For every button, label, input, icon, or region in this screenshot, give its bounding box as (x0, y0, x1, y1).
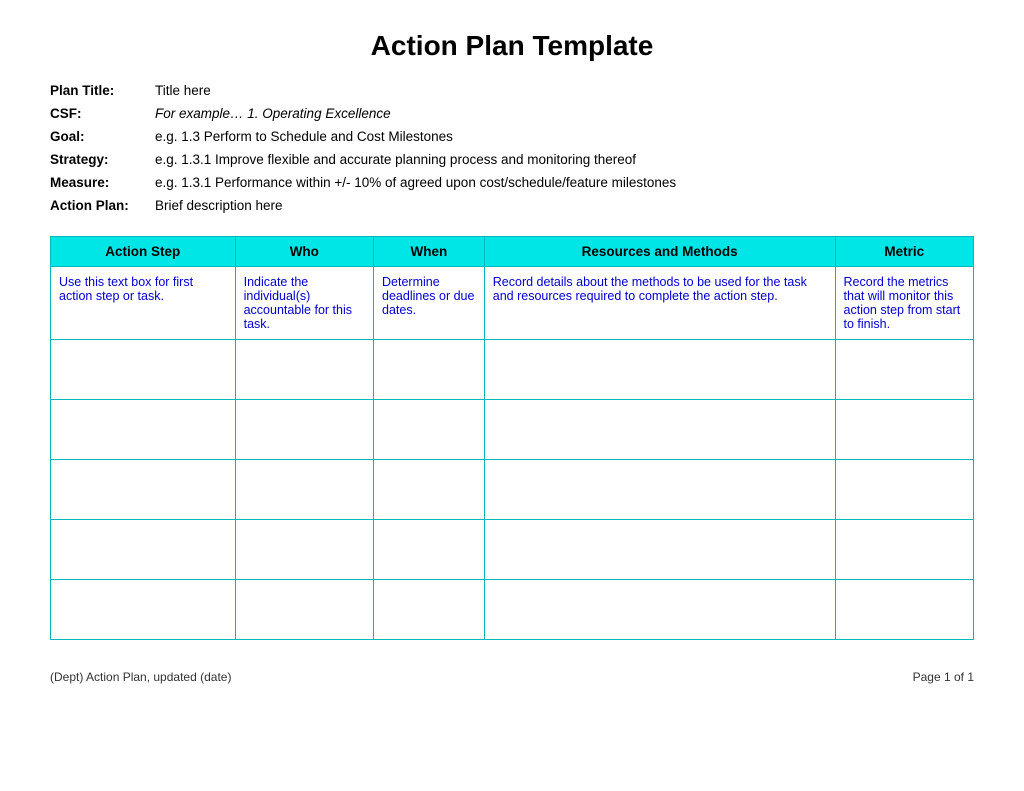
strategy-label: Strategy: (50, 149, 155, 172)
empty-row-2-metric (835, 339, 973, 399)
first-row-who: Indicate the individual(s) accountable f… (235, 266, 373, 339)
action-plan-table: Action Step Who When Resources and Metho… (50, 236, 974, 640)
goal-label: Goal: (50, 126, 155, 149)
empty-row-3-resources (484, 399, 835, 459)
action-plan-value: Brief description here (155, 195, 283, 218)
plan-title-label: Plan Title: (50, 80, 155, 103)
empty-row-6-who (235, 579, 373, 639)
meta-row-action-plan: Action Plan: Brief description here (50, 195, 974, 218)
empty-row-5-who (235, 519, 373, 579)
table-row (51, 519, 974, 579)
empty-row-3-who (235, 399, 373, 459)
empty-row-5-when (374, 519, 485, 579)
footer-right: Page 1 of 1 (913, 670, 974, 684)
goal-value: e.g. 1.3 Perform to Schedule and Cost Mi… (155, 126, 453, 149)
action-plan-label: Action Plan: (50, 195, 155, 218)
empty-row-6-action (51, 579, 236, 639)
header-resources: Resources and Methods (484, 236, 835, 266)
table-header-row: Action Step Who When Resources and Metho… (51, 236, 974, 266)
empty-row-3-action (51, 399, 236, 459)
strategy-value: e.g. 1.3.1 Improve flexible and accurate… (155, 149, 636, 172)
table-row (51, 579, 974, 639)
plan-title-value: Title here (155, 80, 211, 103)
table-row (51, 459, 974, 519)
csf-label: CSF: (50, 103, 155, 126)
first-row-when: Determine deadlines or due dates. (374, 266, 485, 339)
meta-row-csf: CSF: For example… 1. Operating Excellenc… (50, 103, 974, 126)
empty-row-3-when (374, 399, 485, 459)
empty-row-3-metric (835, 399, 973, 459)
footer: (Dept) Action Plan, updated (date) Page … (50, 670, 974, 684)
measure-value: e.g. 1.3.1 Performance within +/- 10% of… (155, 172, 676, 195)
header-when: When (374, 236, 485, 266)
empty-row-5-metric (835, 519, 973, 579)
measure-label: Measure: (50, 172, 155, 195)
empty-row-6-metric (835, 579, 973, 639)
meta-row-measure: Measure: e.g. 1.3.1 Performance within +… (50, 172, 974, 195)
page-title: Action Plan Template (50, 30, 974, 62)
empty-row-4-who (235, 459, 373, 519)
header-who: Who (235, 236, 373, 266)
header-metric: Metric (835, 236, 973, 266)
empty-row-6-when (374, 579, 485, 639)
table-row (51, 339, 974, 399)
footer-left: (Dept) Action Plan, updated (date) (50, 670, 231, 684)
empty-row-4-action (51, 459, 236, 519)
first-row-metric: Record the metrics that will monitor thi… (835, 266, 973, 339)
empty-row-2-when (374, 339, 485, 399)
csf-value: For example… 1. Operating Excellence (155, 103, 391, 126)
empty-row-5-resources (484, 519, 835, 579)
header-action-step: Action Step (51, 236, 236, 266)
meta-section: Plan Title: Title here CSF: For example…… (50, 80, 974, 218)
first-row-resources: Record details about the methods to be u… (484, 266, 835, 339)
empty-row-5-action (51, 519, 236, 579)
empty-row-2-who (235, 339, 373, 399)
first-row-action-step: Use this text box for first action step … (51, 266, 236, 339)
meta-row-goal: Goal: e.g. 1.3 Perform to Schedule and C… (50, 126, 974, 149)
table-row-first: Use this text box for first action step … (51, 266, 974, 339)
meta-row-plan-title: Plan Title: Title here (50, 80, 974, 103)
empty-row-4-resources (484, 459, 835, 519)
empty-row-6-resources (484, 579, 835, 639)
meta-row-strategy: Strategy: e.g. 1.3.1 Improve flexible an… (50, 149, 974, 172)
empty-row-4-metric (835, 459, 973, 519)
empty-row-2-resources (484, 339, 835, 399)
table-container: Action Step Who When Resources and Metho… (50, 236, 974, 640)
empty-row-4-when (374, 459, 485, 519)
empty-row-2-action (51, 339, 236, 399)
table-row (51, 399, 974, 459)
